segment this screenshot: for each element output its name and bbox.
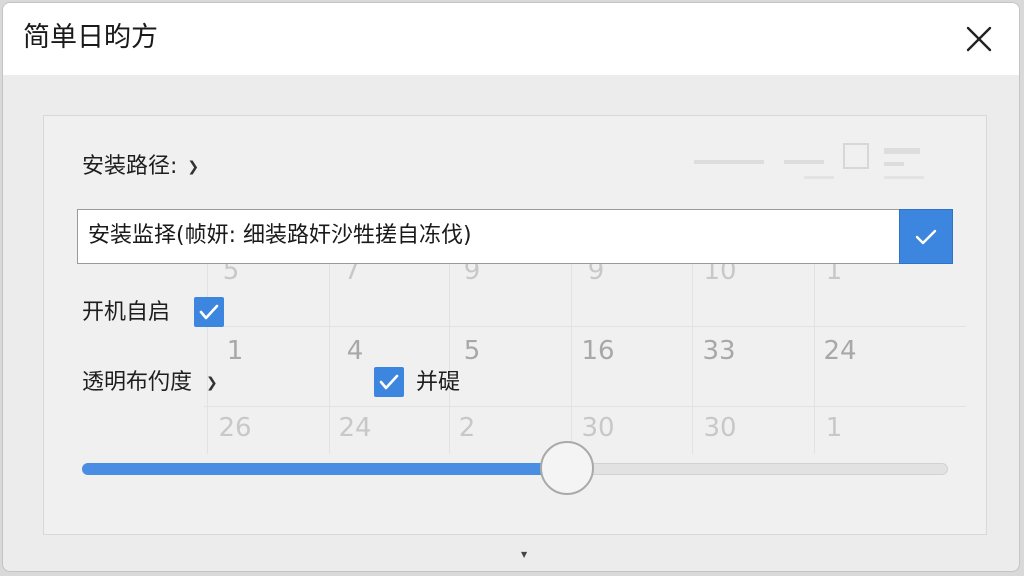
window-title: 简单日昀方 [23, 22, 158, 53]
title-bar: 简单日昀方 [3, 3, 1019, 75]
transparency-slider[interactable] [82, 463, 948, 475]
bg-number: 1 [825, 413, 843, 443]
autostart-checkbox[interactable] [194, 297, 224, 327]
bg-number: 26 [218, 413, 252, 443]
install-path-combobox[interactable]: 安装监择(帧妍: 细装路奸沙牲搓自冻伐) [77, 209, 953, 264]
close-button[interactable] [961, 21, 997, 57]
chevron-check-icon [915, 229, 937, 245]
path-dropdown-button[interactable] [899, 209, 953, 264]
slider-thumb[interactable] [540, 441, 594, 495]
install-path-value[interactable]: 安装监择(帧妍: 细装路奸沙牲搓自冻伐) [88, 221, 472, 251]
install-path-label: 安装路径: [82, 154, 178, 179]
autostart-label: 开机自启 [82, 300, 171, 325]
close-icon [966, 26, 992, 52]
ghost-header-graphic [684, 130, 974, 200]
bg-number: 24 [823, 336, 857, 366]
chevron-right-icon: ❯ [187, 159, 200, 175]
transparency-row: 透明布仢度 ❯ [82, 368, 218, 398]
bg-number: 16 [581, 336, 615, 366]
bg-number: 30 [581, 413, 615, 443]
bg-number: 30 [703, 413, 737, 443]
settings-window: 简单日昀方 5 7 9 9 10 1 1 4 5 16 33 24 26 24 … [2, 2, 1020, 572]
option-label: 并碮 [416, 370, 461, 395]
bg-number: 33 [702, 336, 736, 366]
settings-panel: 5 7 9 9 10 1 1 4 5 16 33 24 26 24 2 30 3… [43, 115, 987, 535]
bg-number: 1 [226, 336, 244, 366]
bg-number: 24 [338, 413, 372, 443]
bg-number: 2 [458, 413, 476, 443]
bg-number: 5 [463, 336, 481, 366]
slider-fill [82, 463, 567, 475]
scroll-down-icon: ▼ [521, 550, 528, 559]
chevron-right-icon: ❯ [206, 375, 218, 391]
install-path-row: 安装路径: ❯ [82, 152, 199, 182]
checkmark-icon [379, 374, 399, 390]
transparency-label: 透明布仢度 [82, 370, 193, 395]
bg-number: 4 [346, 336, 364, 366]
option-checkbox[interactable] [374, 367, 404, 397]
checkmark-icon [199, 304, 219, 320]
